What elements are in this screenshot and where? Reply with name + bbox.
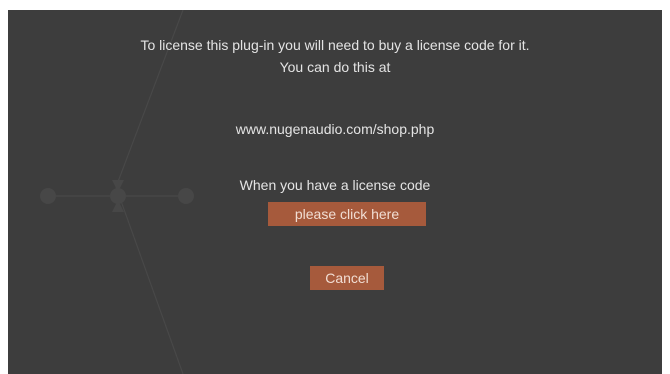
license-code-prompt: When you have a license code [239,177,431,193]
license-message-line1: To license this plug-in you will need to… [140,37,530,53]
enter-license-button[interactable]: please click here [268,202,426,226]
cancel-button[interactable]: Cancel [310,266,384,290]
shop-url: www.nugenaudio.com/shop.php [235,121,435,137]
license-dialog: To license this plug-in you will need to… [8,10,662,374]
license-message-line2: You can do this at [279,59,391,75]
